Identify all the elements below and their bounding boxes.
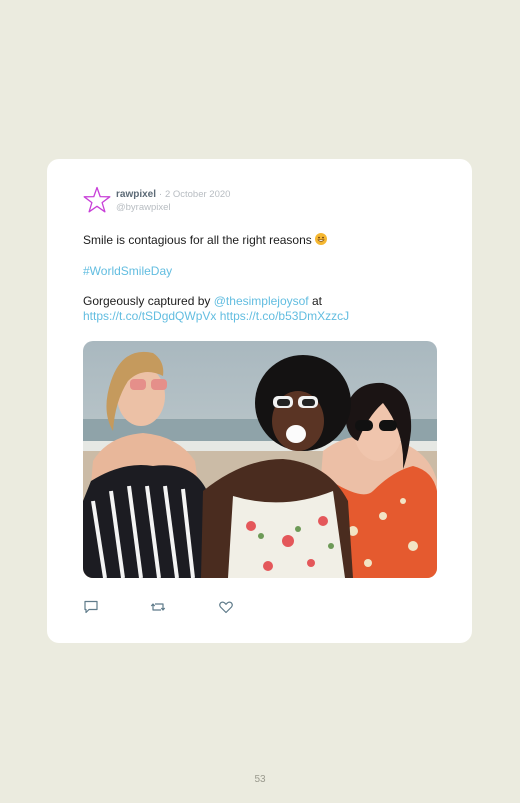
tweet-actions (83, 599, 283, 617)
url-link-1[interactable]: https://t.co/tSDgdQWpVx (83, 309, 216, 323)
tweet-card: rawpixel · 2 October 2020 @byrawpixel Sm… (47, 159, 472, 643)
mention-link[interactable]: @thesimplejoysof (214, 294, 309, 308)
tweet-date: 2 October 2020 (164, 189, 231, 200)
separator: · (158, 189, 163, 200)
star-avatar-icon (83, 186, 111, 213)
tweet-sentence: Smile is contagious for all the right re… (83, 233, 312, 247)
tweet-line-1: Smile is contagious for all the right re… (83, 233, 327, 248)
links-line: https://t.co/tSDgdQWpVx https://t.co/b53… (83, 309, 349, 324)
hashtag-line: #WorldSmileDay (83, 264, 172, 279)
credit-prefix: Gorgeously captured by (83, 294, 211, 308)
tweet-photo[interactable] (83, 341, 437, 578)
credit-suffix: at (311, 294, 322, 308)
reply-icon[interactable] (83, 599, 99, 615)
page-number: 53 (254, 774, 266, 785)
retweet-icon[interactable] (150, 599, 166, 615)
url-link-2[interactable]: https://t.co/b53DmXzzcJ (220, 309, 349, 323)
user-handle[interactable]: @byrawpixel (116, 201, 230, 214)
grinning-emoji-icon (314, 233, 327, 245)
tweet-header: rawpixel · 2 October 2020 @byrawpixel (116, 188, 230, 214)
display-name[interactable]: rawpixel (116, 189, 156, 200)
hashtag-link[interactable]: #WorldSmileDay (83, 264, 172, 278)
like-heart-icon[interactable] (218, 599, 234, 615)
beach-photo-illustration (83, 341, 437, 578)
credit-line: Gorgeously captured by @thesimplejoysof … (83, 294, 322, 309)
